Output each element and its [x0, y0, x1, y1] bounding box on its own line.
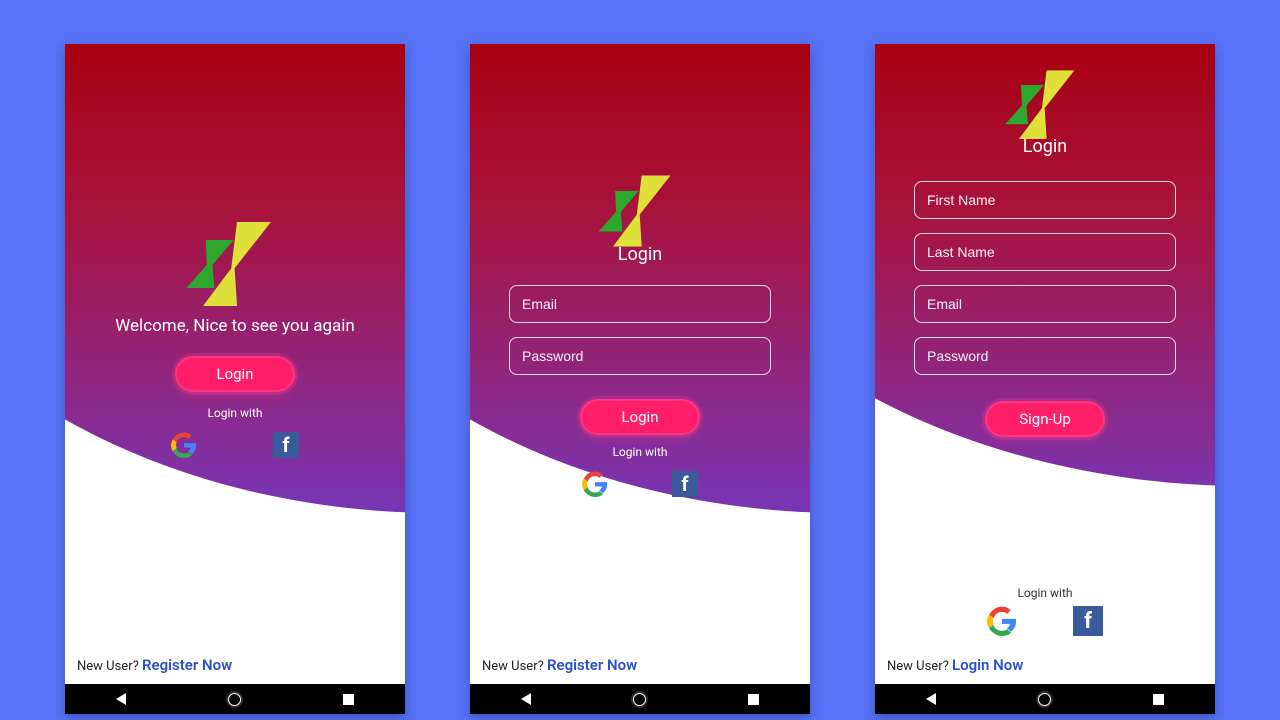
footer-prefix: New User?	[482, 659, 544, 674]
nav-home-icon[interactable]	[633, 693, 646, 706]
login-heading: Login	[618, 244, 662, 265]
nav-recent-icon[interactable]	[343, 694, 354, 705]
login-with-label: Login with	[612, 445, 667, 459]
phone-welcome: Welcome, Nice to see you again Login Log…	[65, 44, 405, 714]
email-field[interactable]	[914, 285, 1176, 323]
google-icon[interactable]	[582, 471, 608, 497]
social-row: f	[987, 606, 1103, 636]
nav-back-icon[interactable]	[521, 693, 531, 705]
login-button[interactable]: Login	[580, 399, 700, 435]
content-area: Login Login Login with f	[470, 44, 810, 684]
footer-prefix: New User?	[887, 659, 949, 674]
app-logo-icon	[190, 222, 280, 306]
google-icon[interactable]	[987, 606, 1013, 632]
android-navbar	[470, 684, 810, 714]
social-row: f	[171, 432, 299, 458]
email-field[interactable]	[509, 285, 771, 323]
android-navbar	[65, 684, 405, 714]
signup-fields	[914, 163, 1176, 375]
facebook-icon[interactable]: f	[672, 471, 698, 497]
nav-back-icon[interactable]	[116, 693, 126, 705]
app-logo-icon	[602, 175, 679, 236]
nav-home-icon[interactable]	[228, 693, 241, 706]
facebook-icon[interactable]: f	[1073, 606, 1103, 636]
footer-prefix: New User?	[77, 659, 139, 674]
password-field[interactable]	[914, 337, 1176, 375]
register-link[interactable]: Register Now	[547, 656, 637, 674]
nav-recent-icon[interactable]	[748, 694, 759, 705]
phone-signup: Login Sign-Up Login with f New User? Log…	[875, 44, 1215, 714]
nav-back-icon[interactable]	[926, 693, 936, 705]
facebook-icon[interactable]: f	[273, 432, 299, 458]
footer: New User? Login Now	[887, 656, 1023, 674]
google-icon[interactable]	[171, 432, 197, 458]
signup-button[interactable]: Sign-Up	[985, 401, 1105, 437]
nav-recent-icon[interactable]	[1153, 694, 1164, 705]
login-with-label: Login with	[207, 406, 262, 420]
android-navbar	[875, 684, 1215, 714]
login-fields	[509, 271, 771, 375]
content-area: Welcome, Nice to see you again Login Log…	[65, 44, 405, 684]
social-block: Login with f	[875, 578, 1215, 636]
footer: New User? Register Now	[77, 656, 232, 674]
footer: New User? Register Now	[482, 656, 637, 674]
nav-home-icon[interactable]	[1038, 693, 1051, 706]
last-name-field[interactable]	[914, 233, 1176, 271]
login-now-link[interactable]: Login Now	[952, 656, 1023, 674]
password-field[interactable]	[509, 337, 771, 375]
login-with-label: Login with	[1017, 586, 1072, 600]
app-logo-icon	[1008, 70, 1082, 127]
register-link[interactable]: Register Now	[142, 656, 232, 674]
login-button[interactable]: Login	[175, 356, 295, 392]
first-name-field[interactable]	[914, 181, 1176, 219]
welcome-text: Welcome, Nice to see you again	[115, 316, 355, 336]
phone-login: Login Login Login with f New User? Regis…	[470, 44, 810, 714]
social-row: f	[582, 471, 698, 497]
